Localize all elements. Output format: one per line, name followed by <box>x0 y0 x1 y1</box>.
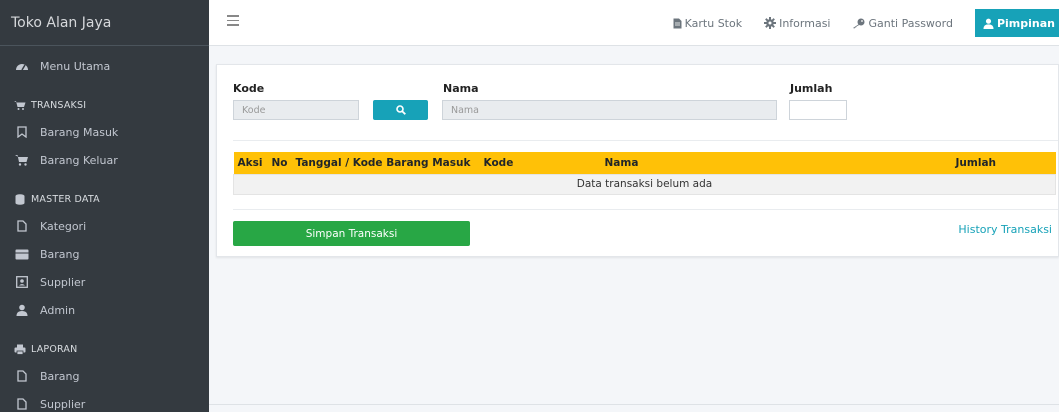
nav-header-laporan: LAPORAN <box>0 336 209 362</box>
table-header-row: Aksi No Tanggal / Kode Barang Masuk Kode… <box>233 152 1056 174</box>
top-navbar: Kartu Stok Informasi Ganti Password Pimp… <box>209 0 1059 46</box>
sidebar-item-barang-masuk[interactable]: Barang Masuk <box>0 118 209 146</box>
sidebar-item-label: Kategori <box>40 219 87 233</box>
search-button[interactable] <box>373 100 428 120</box>
database-icon <box>14 193 26 205</box>
nav-header-master-data: MASTER DATA <box>0 186 209 212</box>
gear-icon <box>764 17 777 29</box>
col-kode: Kode <box>483 156 514 169</box>
nav-header-transaksi: TRANSAKSI <box>0 92 209 118</box>
nama-input[interactable]: Nama <box>442 100 777 120</box>
nav-header-label: MASTER DATA <box>31 193 100 205</box>
sidebar-item-label: Barang <box>40 369 80 383</box>
cart-icon <box>14 100 26 110</box>
nav-user-menu[interactable]: Pimpinan <box>974 9 1059 37</box>
sidebar-item-label: Menu Utama <box>40 59 111 73</box>
file-icon <box>14 220 30 232</box>
user-icon <box>14 304 30 316</box>
divider <box>233 209 1058 210</box>
sidebar-item-barang[interactable]: Barang <box>0 240 209 268</box>
nav-label: Informasi <box>779 16 831 30</box>
kode-input[interactable]: Kode <box>233 100 359 120</box>
empty-message: Data transaksi belum ada <box>233 173 1056 195</box>
col-jumlah: Jumlah <box>955 156 996 169</box>
history-transaksi-link[interactable]: History Transaksi <box>958 223 1052 236</box>
file-icon <box>14 370 30 382</box>
print-icon <box>14 344 26 355</box>
transaction-card: Kode Kode Nama Nama Jumlah Aksi No Tangg… <box>216 64 1059 257</box>
file-icon <box>14 398 30 410</box>
nav-label: Ganti Password <box>868 16 953 30</box>
box-icon <box>14 249 30 260</box>
jumlah-input[interactable] <box>789 100 847 120</box>
sidebar-item-barang-keluar[interactable]: Barang Keluar <box>0 146 209 174</box>
nav-informasi[interactable]: Informasi <box>764 17 830 30</box>
sidebar-item-label: Admin <box>40 303 76 317</box>
sidebar: Toko Alan Jaya Menu Utama TRANSAKSI Bara… <box>0 0 209 412</box>
sidebar-item-laporan-barang[interactable]: Barang <box>0 362 209 390</box>
kode-label: Kode <box>233 82 265 95</box>
nav-header-label: TRANSAKSI <box>31 99 87 111</box>
nav-label: Kartu Stok <box>684 16 743 30</box>
nama-label: Nama <box>443 82 479 95</box>
contact-card-icon <box>14 276 30 288</box>
sidebar-item-admin[interactable]: Admin <box>0 296 209 324</box>
top-nav-links: Kartu Stok Informasi Ganti Password Pimp… <box>673 0 1059 46</box>
key-icon <box>852 18 865 29</box>
nav-header-label: LAPORAN <box>31 343 78 355</box>
col-no: No <box>271 156 288 169</box>
search-icon <box>395 105 406 115</box>
sidebar-item-menu-utama[interactable]: Menu Utama <box>0 52 209 80</box>
sidebar-item-label: Barang Keluar <box>40 153 118 167</box>
cart-icon <box>14 154 30 166</box>
dashboard-icon <box>14 60 30 72</box>
sidebar-item-kategori[interactable]: Kategori <box>0 212 209 240</box>
col-nama: Nama <box>604 156 639 169</box>
table-row: Data transaksi belum ada <box>233 173 1056 195</box>
footer-divider <box>209 404 1059 405</box>
brand-title[interactable]: Toko Alan Jaya <box>0 0 209 46</box>
nav-ganti-password[interactable]: Ganti Password <box>852 16 953 30</box>
sidebar-item-supplier[interactable]: Supplier <box>0 268 209 296</box>
sidebar-item-label: Supplier <box>40 397 86 411</box>
nav-kartu-stok[interactable]: Kartu Stok <box>673 17 742 30</box>
divider <box>233 140 1058 141</box>
sidebar-item-laporan-supplier[interactable]: Supplier <box>0 390 209 412</box>
menu-toggle-icon[interactable] <box>227 15 239 27</box>
sidebar-item-label: Supplier <box>40 275 86 289</box>
simpan-transaksi-button[interactable]: Simpan Transaksi <box>233 221 470 246</box>
jumlah-label: Jumlah <box>790 82 833 95</box>
nav-label: Pimpinan <box>996 16 1055 30</box>
sidebar-item-label: Barang Masuk <box>40 125 119 139</box>
file-text-icon <box>673 18 682 29</box>
bookmark-icon <box>14 126 30 138</box>
transaction-table: Aksi No Tanggal / Kode Barang Masuk Kode… <box>233 152 1056 195</box>
sidebar-item-label: Barang <box>40 247 80 261</box>
col-aksi: Aksi <box>237 156 263 169</box>
col-tanggal: Tanggal / Kode Barang Masuk <box>295 156 471 169</box>
user-icon <box>983 18 994 29</box>
